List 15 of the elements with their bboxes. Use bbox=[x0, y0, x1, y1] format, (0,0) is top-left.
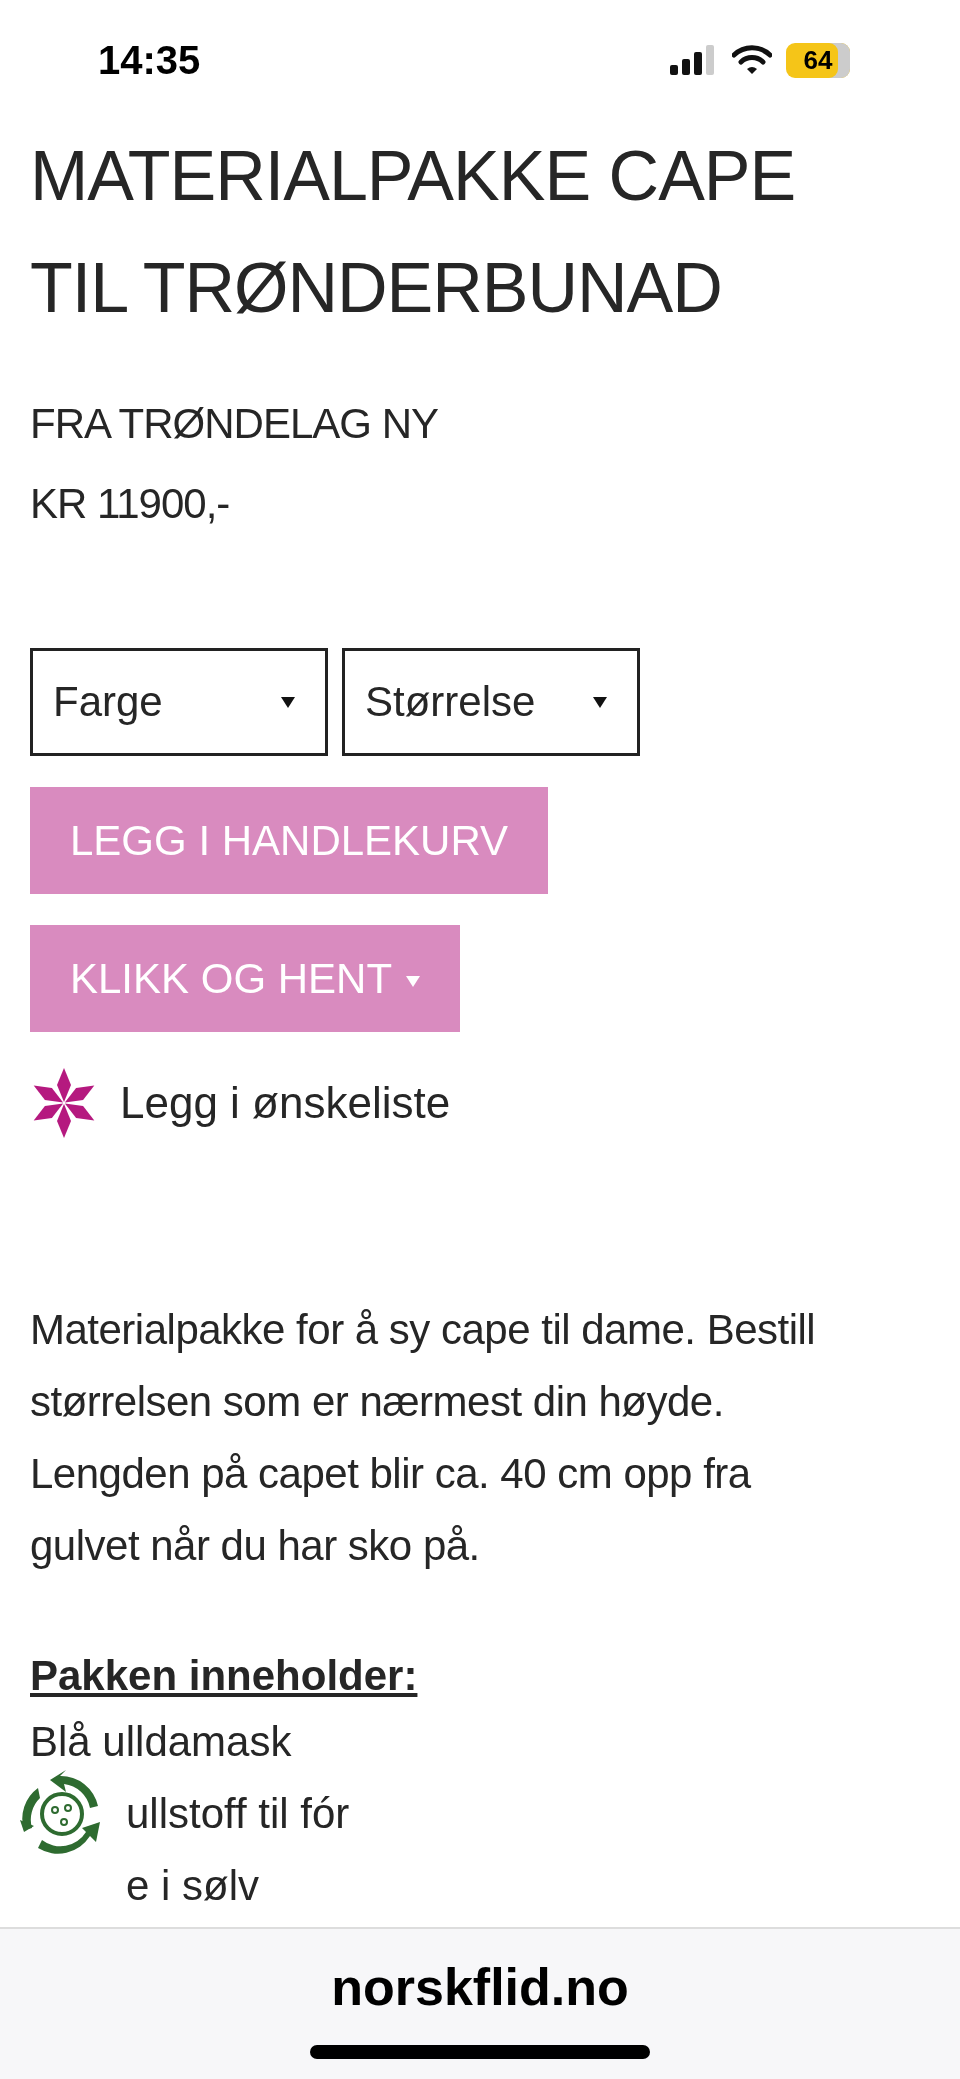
dropdown-select[interactable]: Farge bbox=[30, 648, 328, 756]
battery-indicator: 64 bbox=[786, 42, 850, 78]
product-brand: FRA TRØNDELAG NY bbox=[30, 399, 439, 449]
product-price: KR 11900,- bbox=[30, 479, 231, 529]
description-text: Materialpakke for å sy cape til dame. Bestill størrelsen som er nærmest din høyde. Lengden på capet blir ca. 40 cm opp fra gulvet når du har sko på. bbox=[30, 1305, 817, 1571]
contents-item: e i sølv bbox=[126, 1861, 260, 1911]
address-bar-url[interactable]: norskflid.no bbox=[331, 1957, 629, 2017]
contents-heading: Pakken inneholder: bbox=[30, 1651, 419, 1701]
product-title: MATERIALPAKKE CAPE TIL TRØNDERBUNAD bbox=[30, 136, 797, 329]
contents-item: Blå ulldamask bbox=[30, 1717, 293, 1767]
wifi-icon bbox=[732, 45, 772, 75]
status-time: 14:35 bbox=[98, 37, 201, 83]
wishlist-link[interactable]: Legg i ønskeliste bbox=[120, 1078, 451, 1128]
dropdown-select[interactable]: Størrelse bbox=[342, 648, 640, 756]
contents-item: ullstoff til fór bbox=[126, 1789, 351, 1839]
